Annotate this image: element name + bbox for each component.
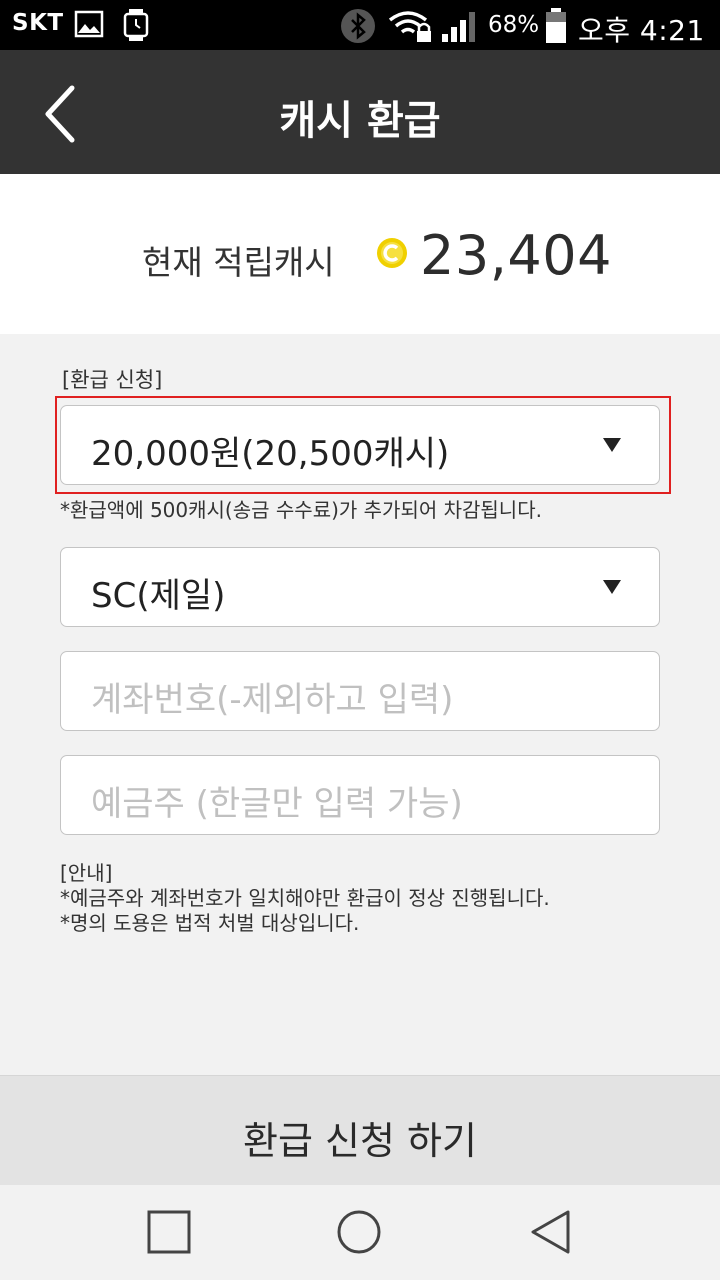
dropdown-arrow-icon (603, 580, 621, 594)
carrier-label: SKT (12, 10, 64, 36)
account-number-placeholder: 계좌번호(-제외하고 입력) (91, 680, 454, 720)
account-number-input[interactable]: 계좌번호(-제외하고 입력) (60, 651, 660, 731)
home-icon[interactable] (336, 1209, 382, 1255)
battery-icon (546, 8, 566, 43)
recent-apps-icon[interactable] (146, 1209, 192, 1255)
status-bar: SKT 68% 오후 4:21 (0, 0, 720, 50)
header: 캐시 환급 (0, 50, 720, 174)
submit-refund-button[interactable]: 환급 신청 하기 (0, 1075, 720, 1185)
account-holder-placeholder: 예금주 (한글만 입력 가능) (91, 784, 463, 824)
bank-select[interactable]: SC(제일) (60, 547, 660, 627)
signal-icon (442, 12, 475, 42)
clock: 오후 4:21 (578, 14, 705, 47)
balance-amount: 23,404 (420, 224, 612, 287)
gallery-icon (74, 10, 104, 38)
fee-note: *환급액에 500캐시(송금 수수료)가 추가되어 차감됩니다. (60, 498, 542, 522)
watch-icon (123, 9, 149, 41)
guide-line-1: *예금주와 계좌번호가 일치해야만 환급이 정상 진행됩니다. (60, 886, 550, 910)
submit-refund-label: 환급 신청 하기 (243, 1119, 477, 1163)
guide-line-2: *명의 도용은 법적 처벌 대상입니다. (60, 911, 360, 935)
dropdown-arrow-icon (603, 438, 621, 452)
account-holder-input[interactable]: 예금주 (한글만 입력 가능) (60, 755, 660, 835)
back-icon[interactable] (528, 1209, 574, 1255)
balance-card: 현재 적립캐시 23,404 (0, 174, 720, 334)
balance-label: 현재 적립캐시 (142, 243, 335, 282)
amount-select-value: 20,000원(20,500캐시) (91, 434, 450, 474)
wifi-lock-icon (388, 11, 431, 42)
refund-section-label: [환급 신청] (62, 368, 163, 392)
battery-percentage: 68% (488, 12, 540, 38)
bank-select-value: SC(제일) (91, 576, 226, 616)
guide-title: [안내] (60, 861, 113, 885)
amount-select[interactable]: 20,000원(20,500캐시) (60, 405, 660, 485)
coin-c-icon (377, 238, 407, 268)
page-title: 캐시 환급 (279, 98, 441, 144)
navigation-bar (0, 1185, 720, 1280)
bluetooth-icon (341, 9, 375, 43)
